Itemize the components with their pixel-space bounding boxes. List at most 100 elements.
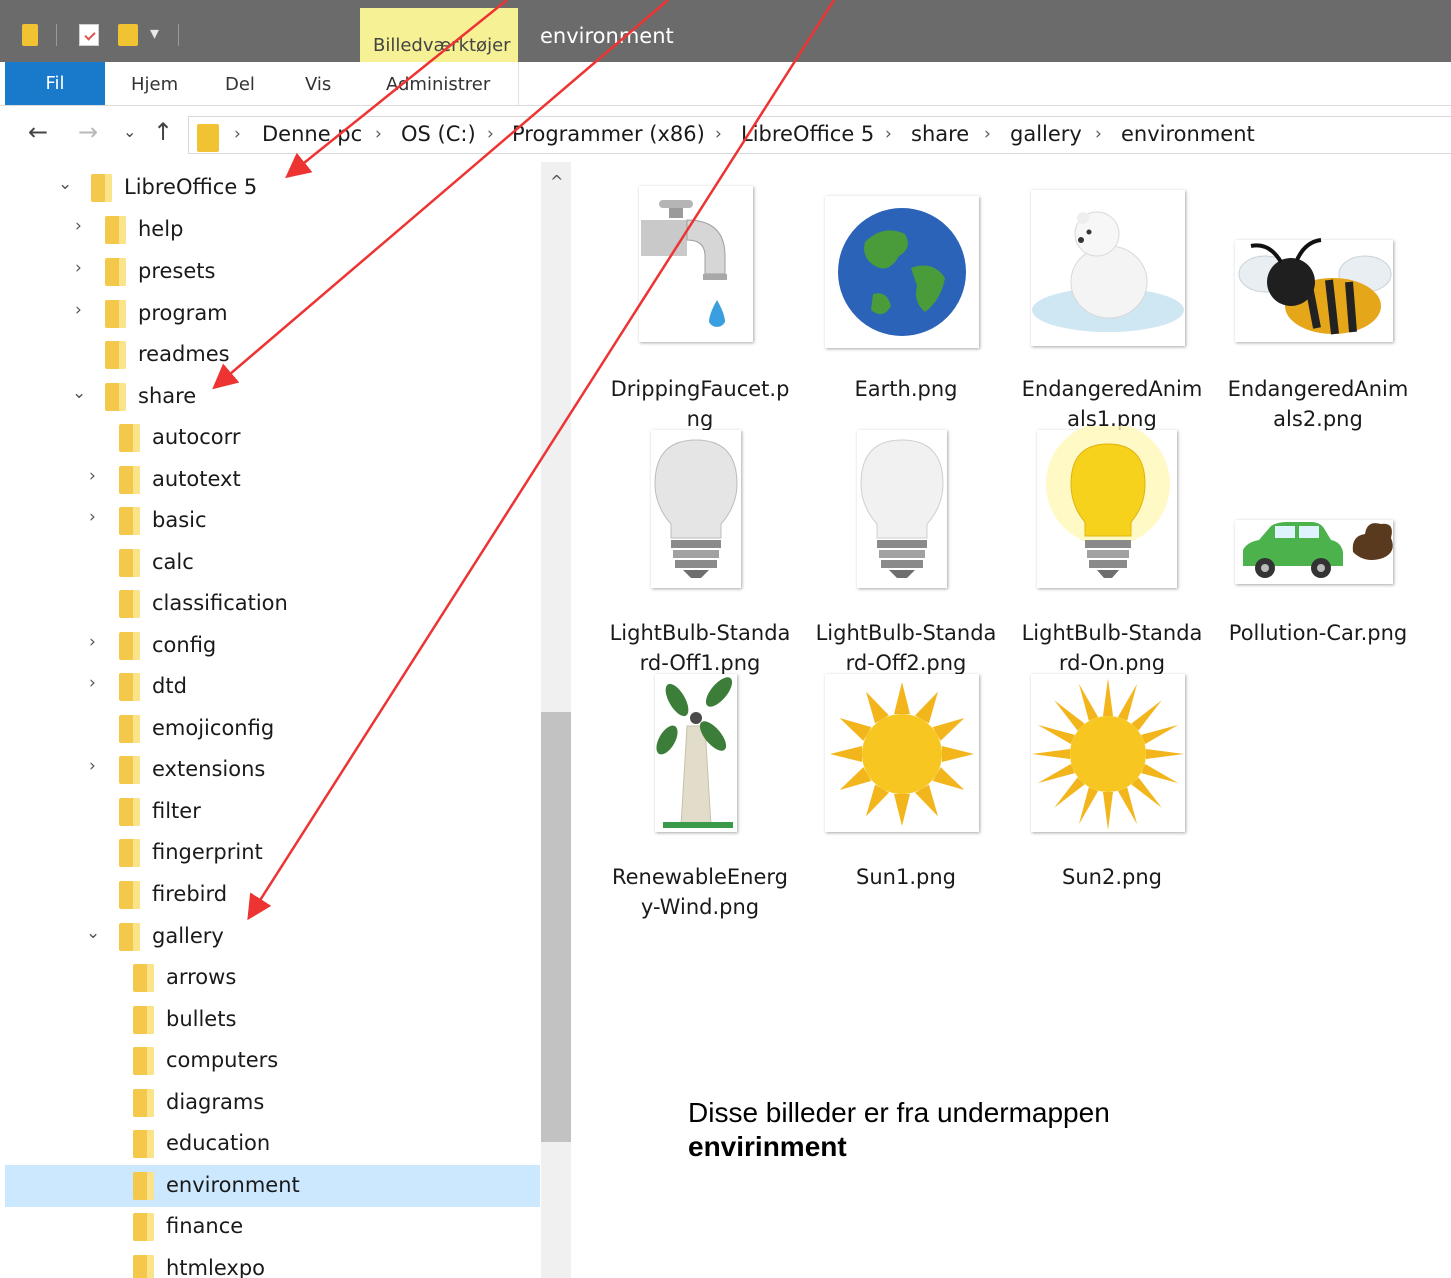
tree-item-htmlexpo[interactable]: htmlexpo <box>5 1248 540 1278</box>
tree-item-libreoffice[interactable]: ⌄ LibreOffice 5 <box>5 167 540 209</box>
breadcrumb-this-pc[interactable]: Denne pc <box>262 122 362 146</box>
car-icon <box>1225 426 1411 598</box>
tree-item-fingerprint[interactable]: fingerprint <box>5 832 540 874</box>
folder-icon <box>119 549 140 577</box>
chevron-right-icon[interactable]: › <box>89 756 96 776</box>
chevron-right-icon[interactable]: › <box>1095 124 1102 144</box>
tab-view[interactable]: Vis <box>305 74 331 95</box>
up-icon[interactable]: ↑ <box>153 118 173 146</box>
folder-icon <box>133 1172 154 1200</box>
sun-graphic <box>830 682 974 826</box>
file-name: LightBulb-Standard-Off1.png <box>609 621 791 675</box>
tree-item-diagrams[interactable]: diagrams <box>5 1082 540 1124</box>
folder-icon <box>119 632 140 660</box>
faucet-graphic <box>641 200 727 327</box>
separator <box>56 24 57 46</box>
tree-item-education[interactable]: education <box>5 1123 540 1165</box>
tab-file[interactable]: Fil <box>5 62 105 105</box>
chevron-right-icon[interactable]: › <box>75 216 82 236</box>
chevron-down-icon[interactable]: ⌄ <box>86 923 100 943</box>
location-folder-icon <box>197 124 219 152</box>
tree-item-help[interactable]: › help <box>5 209 540 251</box>
sun-graphic <box>1032 678 1184 830</box>
tree-item-bullets[interactable]: bullets <box>5 999 540 1041</box>
chevron-right-icon[interactable]: › <box>89 632 96 652</box>
tree-item-program[interactable]: › program <box>5 293 540 335</box>
tree-item-autocorr[interactable]: autocorr <box>5 417 540 459</box>
folder-icon <box>119 756 140 784</box>
folder-icon <box>119 881 140 909</box>
tree-item-gallery[interactable]: ⌄ gallery <box>5 916 540 958</box>
tab-home[interactable]: Hjem <box>131 74 178 95</box>
file-name: Sun1.png <box>856 865 956 889</box>
caption-folder-name: envirinment <box>688 1131 847 1162</box>
tree-item-finance[interactable]: finance <box>5 1206 540 1248</box>
tree-item-readmes[interactable]: readmes <box>5 334 540 376</box>
chevron-right-icon[interactable]: › <box>715 124 722 144</box>
chevron-right-icon[interactable]: › <box>75 258 82 278</box>
navigation-pane: ⌄ LibreOffice 5 › help › presets › progr… <box>0 162 540 1278</box>
file-name: RenewableEnergy-Wind.png <box>611 865 789 919</box>
tree-item-extensions[interactable]: › extensions <box>5 749 540 791</box>
new-folder-icon[interactable] <box>118 24 138 46</box>
chevron-right-icon[interactable]: › <box>234 124 241 144</box>
bee-icon <box>1225 182 1411 354</box>
chevron-right-icon[interactable]: › <box>375 124 382 144</box>
chevron-right-icon[interactable]: › <box>885 124 892 144</box>
recent-locations-chevron-icon[interactable]: ⌄ <box>123 122 136 141</box>
chevron-right-icon[interactable]: › <box>89 673 96 693</box>
chevron-right-icon[interactable]: › <box>89 507 96 527</box>
tree-item-arrows[interactable]: arrows <box>5 957 540 999</box>
chevron-right-icon[interactable]: › <box>487 124 494 144</box>
window-title: environment <box>540 24 674 48</box>
folder-icon[interactable] <box>22 24 38 46</box>
picture-tools-context-tab: Billedværktøjer <box>360 8 518 62</box>
nav-pane-scrollbar[interactable]: ^ <box>541 162 571 1278</box>
breadcrumb-share[interactable]: share <box>911 122 969 146</box>
tab-manage[interactable]: Administrer <box>386 74 490 95</box>
chevron-down-icon[interactable]: ⌄ <box>72 383 86 403</box>
tree-item-firebird[interactable]: firebird <box>5 874 540 916</box>
tab-share[interactable]: Del <box>225 74 255 95</box>
earth-graphic <box>838 208 966 336</box>
tree-item-environment[interactable]: environment <box>5 1165 540 1207</box>
chevron-down-icon[interactable]: ⌄ <box>58 174 72 194</box>
folder-icon <box>105 383 126 411</box>
tree-item-classification[interactable]: classification <box>5 583 540 625</box>
tree-item-filter[interactable]: filter <box>5 791 540 833</box>
quick-access-dropdown-icon[interactable]: ▾ <box>150 23 159 44</box>
tree-item-share[interactable]: ⌄ share <box>5 376 540 418</box>
breadcrumb-environment[interactable]: environment <box>1121 122 1255 146</box>
scroll-up-icon[interactable]: ^ <box>550 172 563 191</box>
ribbon-tabs: Fil Hjem Del Vis Administrer <box>0 62 1451 106</box>
context-tab-label: Billedværktøjer <box>373 35 511 56</box>
tree-item-calc[interactable]: calc <box>5 542 540 584</box>
breadcrumb-gallery[interactable]: gallery <box>1010 122 1082 146</box>
forward-icon[interactable]: → <box>78 118 98 146</box>
breadcrumb-drive[interactable]: OS (C:) <box>401 122 476 146</box>
tree-item-autotext[interactable]: › autotext <box>5 459 540 501</box>
tree-item-label: config <box>152 633 217 657</box>
tree-item-label: arrows <box>166 965 237 989</box>
back-icon[interactable]: ← <box>28 118 48 146</box>
tree-item-basic[interactable]: › basic <box>5 500 540 542</box>
tree-item-emojiconfig[interactable]: emojiconfig <box>5 708 540 750</box>
tree-item-label: help <box>138 217 184 241</box>
tree-item-presets[interactable]: › presets <box>5 251 540 293</box>
tree-item-label: filter <box>152 799 201 823</box>
chevron-right-icon[interactable]: › <box>89 466 96 486</box>
wind-turbine-icon <box>607 670 793 842</box>
tree-item-dtd[interactable]: › dtd <box>5 666 540 708</box>
file-name: DrippingFaucet.png <box>610 377 790 431</box>
breadcrumb-program-files[interactable]: Programmer (x86) <box>512 122 705 146</box>
tree-item-config[interactable]: › config <box>5 625 540 667</box>
tree-item-computers[interactable]: computers <box>5 1040 540 1082</box>
tree-item-label: environment <box>166 1173 300 1197</box>
properties-icon[interactable] <box>79 24 99 46</box>
chevron-right-icon[interactable]: › <box>75 300 82 320</box>
scrollbar-thumb[interactable] <box>541 712 571 1142</box>
tree-item-label: basic <box>152 508 207 532</box>
chevron-right-icon[interactable]: › <box>984 124 991 144</box>
breadcrumb-libreoffice[interactable]: LibreOffice 5 <box>741 122 874 146</box>
tree-item-label: classification <box>152 591 288 615</box>
